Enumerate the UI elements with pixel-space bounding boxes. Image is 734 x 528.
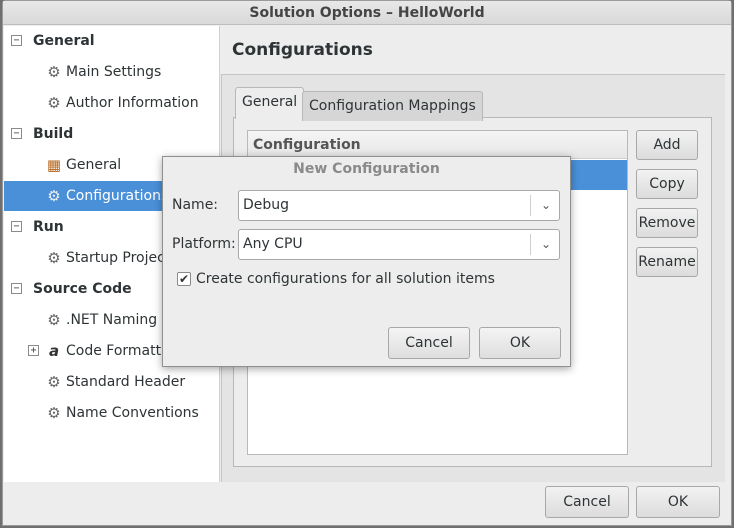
new-configuration-dialog: New Configuration Name: Debug ⌄ Platform… xyxy=(162,156,571,367)
dialog-title: New Configuration xyxy=(293,161,440,177)
sidebar-item-name-conventions[interactable]: ⚙ Name Conventions xyxy=(4,398,220,428)
cancel-button[interactable]: Cancel xyxy=(545,486,629,518)
chevron-down-icon[interactable]: ⌄ xyxy=(541,191,551,220)
column-header-configuration[interactable]: Configuration xyxy=(248,131,627,159)
gear-icon: ⚙ xyxy=(47,63,61,81)
gear-icon: ⚙ xyxy=(47,311,61,329)
sidebar-category-label: Source Code xyxy=(33,281,132,297)
sidebar-item-main-settings[interactable]: ⚙ Main Settings xyxy=(4,57,220,87)
tab-general[interactable]: General xyxy=(235,87,305,119)
sidebar-item-label: Startup Project xyxy=(66,250,171,266)
sidebar-category-build[interactable]: − Build xyxy=(4,119,220,149)
sidebar-item-standard-header[interactable]: ⚙ Standard Header xyxy=(4,367,220,397)
collapse-icon[interactable]: − xyxy=(11,283,22,294)
code-format-icon: a xyxy=(48,342,60,360)
add-button[interactable]: Add xyxy=(636,130,698,160)
platform-combo[interactable]: Any CPU ⌄ xyxy=(238,229,560,260)
expand-icon[interactable]: + xyxy=(28,345,39,356)
collapse-icon[interactable]: − xyxy=(11,221,22,232)
remove-button[interactable]: Remove xyxy=(636,208,698,238)
page-title: Configurations xyxy=(232,40,373,60)
platform-label: Platform: xyxy=(172,236,236,252)
gear-icon: ⚙ xyxy=(47,249,61,267)
sidebar-item-label: General xyxy=(66,157,122,173)
name-value[interactable]: Debug xyxy=(243,191,289,220)
gear-icon: ⚙ xyxy=(47,94,61,112)
name-combo[interactable]: Debug ⌄ xyxy=(238,190,560,221)
combo-separator xyxy=(530,195,531,216)
dialog-cancel-button[interactable]: Cancel xyxy=(388,327,470,359)
gear-icon: ⚙ xyxy=(47,187,61,205)
sidebar-category-label: General xyxy=(33,33,95,49)
sidebar-category-label: Build xyxy=(33,126,74,142)
combo-separator xyxy=(530,234,531,255)
build-icon: ▦ xyxy=(46,156,62,174)
gear-icon: ⚙ xyxy=(47,404,61,422)
sidebar-category-label: Run xyxy=(33,219,64,235)
sidebar-category-general[interactable]: − General xyxy=(4,26,220,56)
collapse-icon[interactable]: − xyxy=(11,35,22,46)
chevron-down-icon[interactable]: ⌄ xyxy=(541,230,551,259)
dialog-ok-button[interactable]: OK xyxy=(479,327,561,359)
create-all-items-checkbox[interactable]: ✔ xyxy=(177,272,191,286)
sidebar-item-author-information[interactable]: ⚙ Author Information xyxy=(4,88,220,118)
platform-value[interactable]: Any CPU xyxy=(243,230,303,259)
ok-button[interactable]: OK xyxy=(636,486,720,518)
create-all-items-label[interactable]: Create configurations for all solution i… xyxy=(196,271,495,287)
sidebar-item-label: Configurations xyxy=(66,188,169,204)
sidebar-item-label: Author Information xyxy=(66,95,199,111)
window-title: Solution Options – HelloWorld xyxy=(3,1,731,25)
sidebar-item-label: Standard Header xyxy=(66,374,186,390)
gear-icon: ⚙ xyxy=(47,373,61,391)
name-label: Name: xyxy=(172,197,219,213)
sidebar-item-label: Name Conventions xyxy=(66,405,199,421)
rename-button[interactable]: Rename xyxy=(636,247,698,277)
collapse-icon[interactable]: − xyxy=(11,128,22,139)
tab-configuration-mappings[interactable]: Configuration Mappings xyxy=(302,91,483,121)
sidebar-item-label: Main Settings xyxy=(66,64,162,80)
copy-button[interactable]: Copy xyxy=(636,169,698,199)
